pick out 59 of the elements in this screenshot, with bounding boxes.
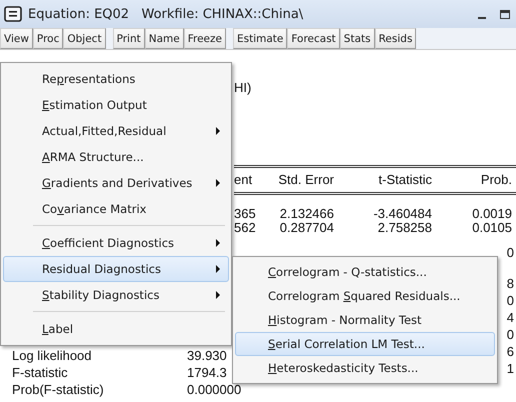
- table-cell-text: 0.287704: [278, 221, 334, 235]
- toolbar-button[interactable]: View: [0, 28, 33, 49]
- table-cell-text: 562: [234, 221, 257, 235]
- stat-label: Prob(F-statistic): [12, 381, 104, 398]
- toolbar-button[interactable]: Print: [112, 28, 145, 49]
- column-header: t-Statistic: [378, 171, 432, 189]
- toolbar-button[interactable]: Stats: [340, 28, 375, 49]
- menu-item[interactable]: Correlogram - Q-statistics...: [235, 260, 495, 284]
- submenu-arrow-icon: [216, 239, 220, 247]
- stat-value: 39.930: [187, 347, 227, 364]
- stat-label: Log likelihood: [12, 347, 92, 364]
- toolbar-button[interactable]: Freeze: [184, 28, 226, 49]
- table-cell: 0: [506, 326, 514, 343]
- stat-label: F-statistic: [12, 364, 68, 381]
- menu-item[interactable]: Histogram - Normality Test: [235, 308, 495, 332]
- table-cell-text: 0.0105: [471, 221, 512, 235]
- submenu-arrow-icon: [216, 291, 220, 299]
- toolbar-button[interactable]: Proc: [32, 28, 64, 49]
- table-cell: 0: [506, 292, 514, 309]
- menu-item[interactable]: Serial Correlation LM Test...: [235, 332, 495, 356]
- menu-item[interactable]: Covariance Matrix: [3, 196, 229, 222]
- menu-item[interactable]: Coefficient Diagnostics: [3, 230, 229, 256]
- column-header: ent: [234, 171, 254, 189]
- column-header: Std. Error: [277, 171, 334, 189]
- stat-value: 0.000000: [187, 381, 242, 398]
- menu-item[interactable]: Heteroskedasticity Tests...: [235, 356, 495, 380]
- column-header: Prob.: [480, 171, 512, 189]
- stat-value: 1794.3: [187, 364, 227, 381]
- toolbar-button[interactable]: Forecast: [287, 28, 340, 49]
- table-cell-text: 0.0019: [471, 207, 512, 221]
- submenu-arrow-icon: [216, 265, 220, 273]
- menu-item[interactable]: Actual,Fitted,Residual: [3, 118, 229, 144]
- table-cell: 6: [506, 343, 514, 360]
- menu-item[interactable]: Gradients and Derivatives: [3, 170, 229, 196]
- menu-item[interactable]: Correlogram Squared Residuals...: [235, 284, 495, 308]
- submenu-arrow-icon: [216, 127, 220, 135]
- toolbar-button[interactable]: Name: [144, 28, 184, 49]
- menu-item[interactable]: Estimation Output: [3, 92, 229, 118]
- equation-note: HI): [234, 80, 252, 96]
- submenu-arrow-icon: [216, 179, 220, 187]
- toolbar-button[interactable]: Estimate: [232, 28, 288, 49]
- toolbar-button[interactable]: Object: [63, 28, 106, 49]
- table-cell: 4: [506, 309, 514, 326]
- table-cell-text: 2.758258: [376, 221, 432, 235]
- maximize-icon[interactable]: [500, 10, 510, 18]
- table-cell: 8: [506, 275, 514, 292]
- table-cell-text: 2.132466: [278, 207, 334, 221]
- table-cell: 0: [506, 244, 514, 261]
- window-title: Equation: EQ02 Workfile: CHINAX::China\: [28, 6, 304, 22]
- menu-item[interactable]: Residual Diagnostics: [3, 256, 229, 282]
- table-cell: 1: [506, 360, 514, 377]
- menu-item[interactable]: Label: [3, 316, 229, 342]
- toolbar-button[interactable]: Resids: [374, 28, 416, 49]
- menu-item[interactable]: Stability Diagnostics: [3, 282, 229, 308]
- menu-icon[interactable]: [4, 6, 22, 22]
- table-cell-text: -3.460484: [372, 207, 432, 221]
- table-cell-text: 365: [234, 207, 257, 221]
- menu-item[interactable]: ARMA Structure...: [3, 144, 229, 170]
- menu-item[interactable]: Representations: [3, 66, 229, 92]
